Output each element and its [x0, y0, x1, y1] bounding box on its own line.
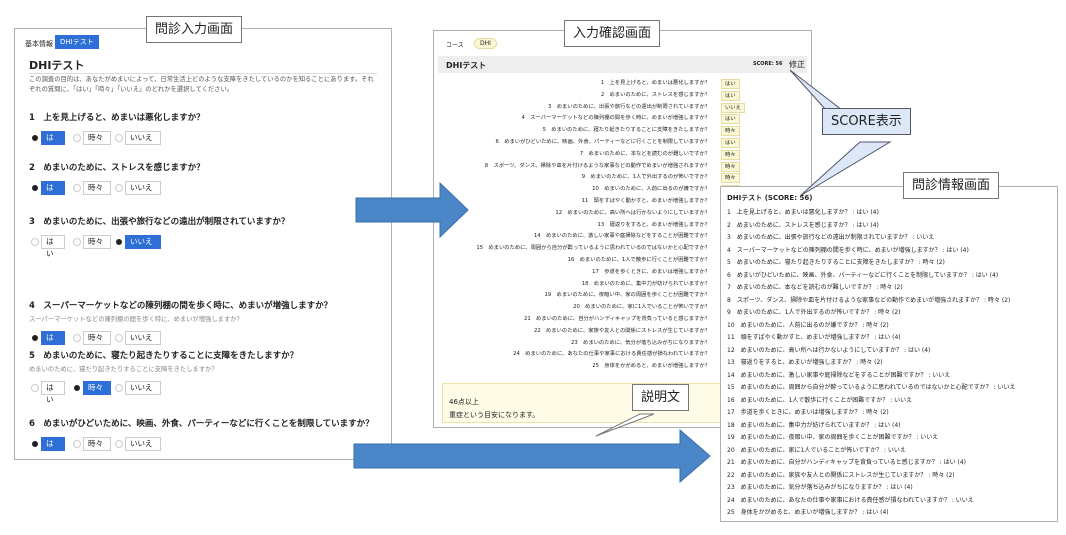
- callout-score-display: SCORE表示: [822, 108, 911, 135]
- arrow-right-icon: [355, 181, 469, 239]
- annotation-layer: [353, 69, 892, 484]
- callout-confirm-screen: 入力確認画面: [564, 20, 661, 47]
- arrow-right-icon: [353, 428, 711, 484]
- callout-explanation: 説明文: [632, 384, 690, 411]
- callout-info-screen: 問診情報画面: [903, 172, 1000, 199]
- callout-pointer: [789, 69, 844, 111]
- callout-input-screen: 問診入力画面: [146, 16, 243, 43]
- callout-pointer: [799, 141, 892, 197]
- callout-pointer: [595, 413, 655, 437]
